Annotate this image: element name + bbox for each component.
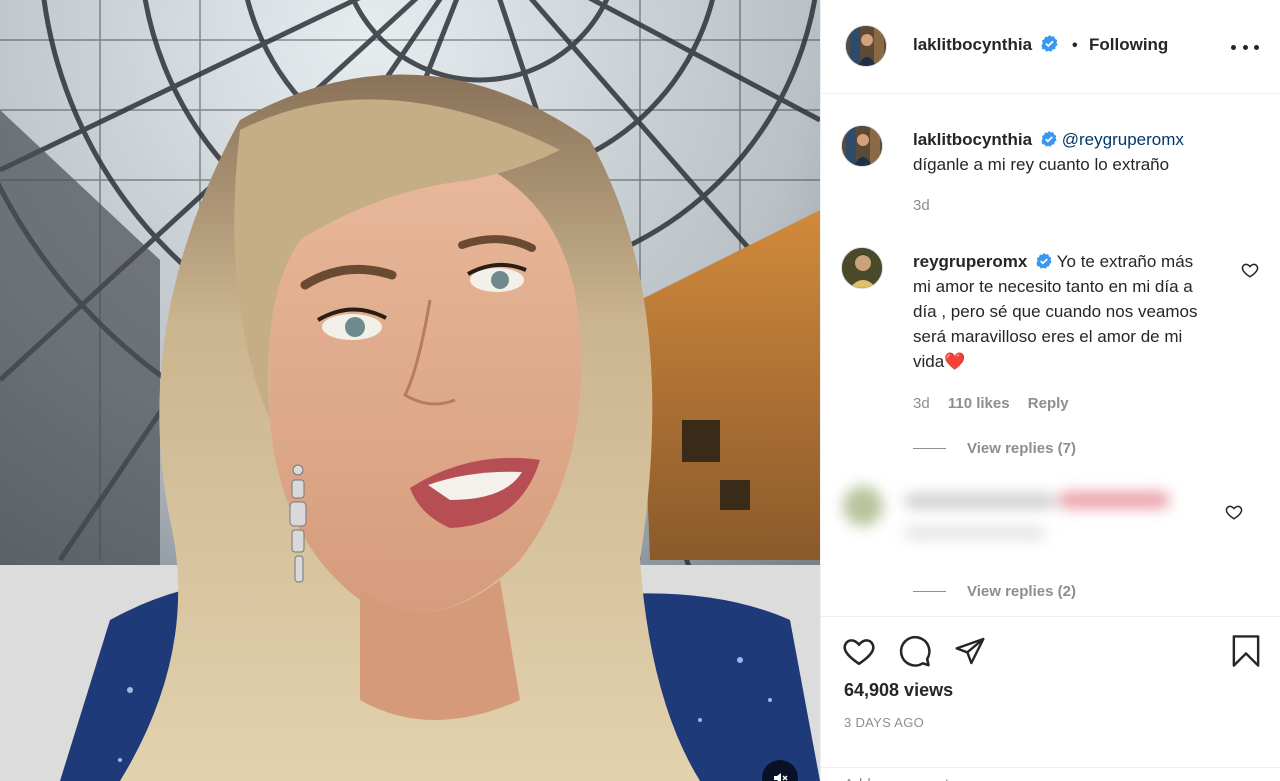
comment-emoji: ❤️: [944, 352, 966, 371]
more-dot-icon: [1231, 44, 1236, 50]
post-actions-section: 64,908 views 3 DAYS AGO Add a comment...: [821, 616, 1280, 781]
view-replies-label: View replies (7): [967, 440, 1076, 457]
comment-text-block: reygruperomx Yo te extraño más mi amor t…: [913, 249, 1208, 374]
author-info: laklitbocynthia • Following: [913, 35, 1168, 55]
blurred-comment-content: [843, 486, 1169, 538]
post-video[interactable]: [0, 0, 820, 781]
reply-button[interactable]: Reply: [1028, 395, 1069, 412]
post-header: laklitbocynthia • Following: [821, 0, 1280, 94]
comment-bubble-icon: [899, 635, 931, 667]
more-dot-icon: [1242, 44, 1248, 50]
view-replies-label: View replies (2): [967, 583, 1076, 600]
caption-text-block: laklitbocynthia @reygruperomx díganle a …: [913, 127, 1233, 177]
following-button[interactable]: Following: [1089, 35, 1168, 54]
bookmark-icon: [1232, 635, 1260, 667]
caption-timestamp[interactable]: 3d: [913, 197, 930, 214]
verified-badge-icon: [1041, 131, 1057, 147]
verified-badge-icon: [1042, 35, 1059, 52]
video-frame-illustration: [0, 0, 820, 781]
author-avatar[interactable]: [845, 25, 887, 67]
add-comment-input[interactable]: Add a comment...: [821, 767, 1280, 781]
author-avatar-image: [846, 26, 886, 66]
share-button[interactable]: [952, 633, 988, 669]
save-button[interactable]: [1228, 633, 1264, 669]
commenter-avatar-image: [842, 248, 882, 288]
post-side-panel: laklitbocynthia • Following laklitbocynt…: [820, 0, 1280, 781]
caption-meta: 3d: [913, 197, 944, 214]
view-count[interactable]: 64,908 views: [844, 680, 953, 701]
caption-mention-link[interactable]: @reygruperomx: [1062, 130, 1184, 149]
author-username[interactable]: laklitbocynthia: [913, 35, 1032, 54]
comment-likes[interactable]: 110 likes: [948, 395, 1010, 412]
like-comment-heart-icon[interactable]: [1241, 261, 1259, 279]
blurred-comment: [831, 478, 1171, 548]
speaker-muted-icon: [774, 773, 788, 781]
separator-dot: •: [1071, 37, 1078, 54]
verified-badge-icon: [1036, 253, 1052, 269]
replies-line: [913, 591, 946, 592]
like-button[interactable]: [841, 633, 877, 669]
post-caption: laklitbocynthia @reygruperomx díganle a …: [841, 125, 1261, 215]
view-replies-button[interactable]: View replies (7): [913, 440, 1076, 457]
like-comment-heart-icon[interactable]: [1225, 503, 1243, 521]
comment-timestamp[interactable]: 3d: [913, 395, 930, 412]
comments-list[interactable]: laklitbocynthia @reygruperomx díganle a …: [821, 95, 1280, 615]
comment-item: reygruperomx Yo te extraño más mi amor t…: [841, 247, 1261, 457]
more-options-button[interactable]: [1231, 38, 1259, 56]
heart-icon: [843, 639, 875, 666]
comment-button[interactable]: [897, 633, 933, 669]
caption-username[interactable]: laklitbocynthia: [913, 130, 1032, 149]
replies-line: [913, 448, 946, 449]
view-replies-button[interactable]: View replies (2): [913, 583, 1076, 600]
caption-author-avatar[interactable]: [841, 125, 883, 167]
caption-avatar-image: [842, 126, 882, 166]
comment-meta: 3d 110 likes Reply: [913, 395, 1083, 412]
caption-text: díganle a mi rey cuanto lo extraño: [913, 155, 1170, 174]
commenter-avatar[interactable]: [841, 247, 883, 289]
post-timestamp[interactable]: 3 DAYS AGO: [844, 715, 924, 730]
comment-username[interactable]: reygruperomx: [913, 252, 1027, 271]
paper-plane-icon: [955, 637, 985, 665]
more-dot-icon: [1254, 44, 1259, 50]
